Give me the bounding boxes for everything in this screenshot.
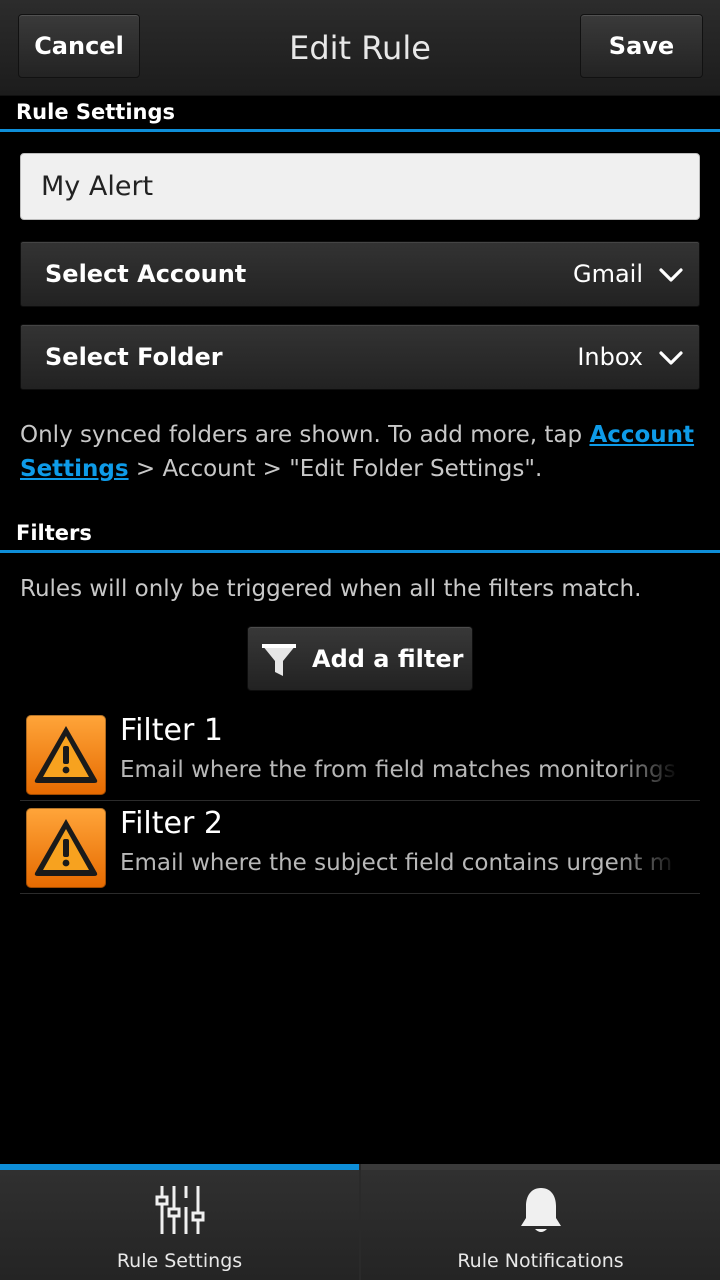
select-folder-value: Inbox: [577, 343, 643, 371]
tab-label: Rule Notifications: [457, 1250, 624, 1272]
filters-header: Filters: [0, 515, 720, 553]
cancel-button[interactable]: Cancel: [18, 14, 140, 78]
select-folder-label: Select Folder: [45, 343, 223, 371]
chevron-down-icon: [659, 351, 683, 365]
filter-list-item[interactable]: Filter 2 Email where the subject field c…: [20, 802, 700, 894]
save-button[interactable]: Save: [580, 14, 703, 78]
bell-icon: [520, 1188, 561, 1232]
tab-rule-settings[interactable]: Rule Settings: [0, 1164, 359, 1280]
synced-folders-hint: Only synced folders are shown. To add mo…: [20, 418, 710, 486]
select-account-label: Select Account: [45, 260, 247, 288]
tab-label: Rule Settings: [116, 1250, 243, 1272]
filter-title: Filter 1: [120, 713, 223, 748]
rule-settings-header: Rule Settings: [0, 94, 720, 132]
select-folder-dropdown[interactable]: Select Folder Inbox: [20, 324, 700, 390]
filter-description: Email where the subject field contains u…: [120, 850, 673, 876]
select-account-dropdown[interactable]: Select Account Gmail: [20, 241, 700, 307]
add-filter-button[interactable]: Add a filter: [247, 626, 473, 691]
tab-rule-notifications[interactable]: Rule Notifications: [361, 1164, 720, 1280]
chevron-down-icon: [659, 268, 683, 282]
filter-list-item[interactable]: Filter 1 Email where the from field matc…: [20, 709, 700, 801]
filter-description: Email where the from field matches monit…: [120, 757, 676, 783]
tab-bar: Rule Settings Rule Notifications: [0, 1164, 720, 1280]
add-filter-label: Add a filter: [312, 644, 464, 673]
select-account-value: Gmail: [572, 260, 643, 288]
hint-prefix: Only synced folders are shown. To add mo…: [20, 422, 590, 448]
page-title: Edit Rule: [289, 29, 431, 67]
funnel-icon: [262, 644, 296, 676]
sliders-icon: [155, 1186, 204, 1234]
filter-title: Filter 2: [120, 806, 223, 841]
filters-note: Rules will only be triggered when all th…: [20, 576, 642, 602]
hint-suffix: > Account > "Edit Folder Settings".: [128, 456, 543, 482]
rule-name-field[interactable]: My Alert: [20, 153, 700, 220]
warning-icon: [26, 715, 106, 795]
warning-icon: [26, 808, 106, 888]
title-bar: Cancel Edit Rule Save: [0, 0, 720, 96]
